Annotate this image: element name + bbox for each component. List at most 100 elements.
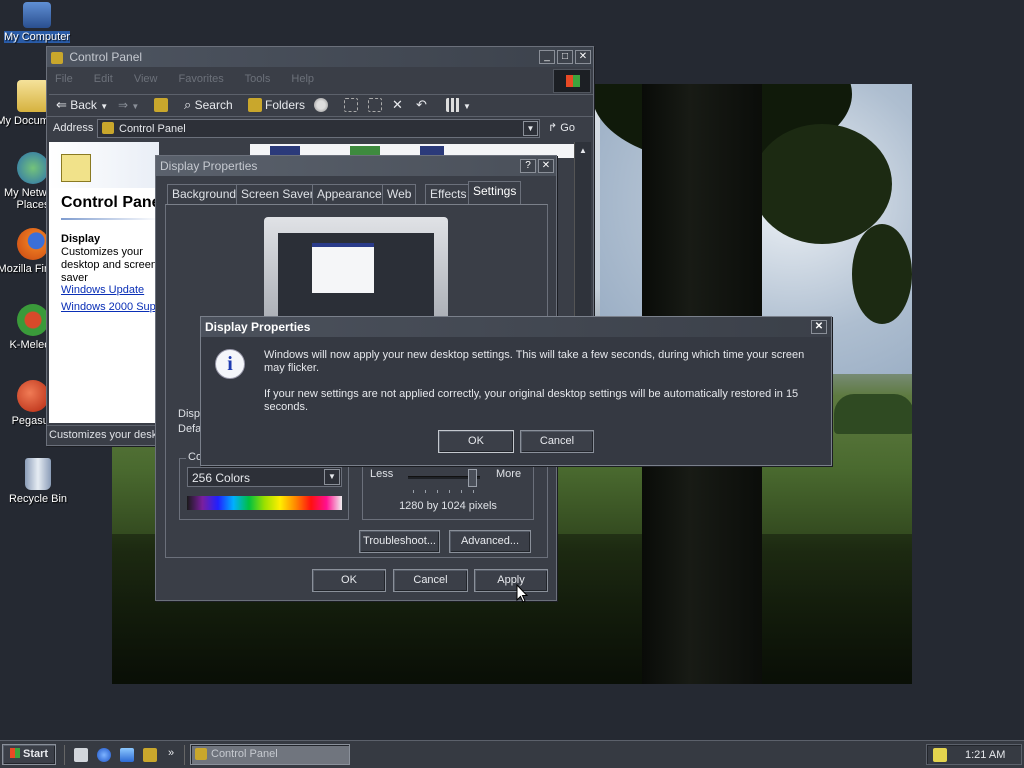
close-button[interactable]: ✕: [575, 50, 591, 64]
close-button[interactable]: ✕: [811, 320, 827, 334]
firefox-icon: [17, 228, 49, 260]
explorer-icon[interactable]: [143, 748, 157, 762]
chevron-down-icon: ▼: [100, 102, 109, 111]
folders-label: Folders: [265, 98, 306, 112]
search-button[interactable]: ⌕ Search: [184, 96, 233, 114]
screen-area-more-label: More: [496, 468, 522, 480]
menu-favorites[interactable]: Favorites: [179, 73, 224, 85]
desktop-icon-label: My Computer: [3, 31, 71, 43]
menu-view[interactable]: View: [134, 73, 158, 85]
copy-to-button[interactable]: [368, 96, 385, 114]
computer-icon: [23, 2, 51, 28]
window-title: Display Properties: [160, 159, 258, 173]
resolution-slider-thumb[interactable]: [468, 469, 477, 487]
windows-2000-support-link[interactable]: Windows 2000 Support: [61, 301, 159, 313]
divider: [47, 116, 593, 117]
apply-button[interactable]: Apply: [474, 569, 548, 592]
task-label: Control Panel: [211, 748, 278, 760]
clock[interactable]: 1:21 AM: [965, 749, 1005, 761]
documents-folder-icon: [17, 80, 49, 112]
tray-icon[interactable]: [933, 748, 947, 762]
monitor-screen-preview: [278, 233, 434, 325]
internet-explorer-icon[interactable]: [97, 748, 111, 762]
resolution-value: 1280 by 1024 pixels: [399, 500, 497, 512]
system-tray: 1:21 AM: [926, 744, 1022, 765]
taskbar-task-control-panel[interactable]: Control Panel: [190, 744, 350, 765]
forward-button[interactable]: ⇒ ▼: [118, 96, 139, 114]
desktop-icon-my-computer[interactable]: My Computer: [0, 2, 74, 43]
more-quick-launch-icon[interactable]: »: [168, 747, 174, 759]
color-palette-bar: [187, 496, 342, 510]
menu-edit[interactable]: Edit: [94, 73, 113, 85]
up-folder-icon: [154, 98, 168, 112]
desktop-icon-recycle-bin[interactable]: Recycle Bin: [1, 458, 75, 505]
divider: [49, 94, 593, 95]
wallpaper-foliage: [852, 224, 912, 324]
colors-select[interactable]: 256 Colors ▼: [187, 467, 342, 487]
tab-appearance[interactable]: Appearance: [312, 184, 387, 204]
dp-cancel-button[interactable]: Cancel: [393, 569, 468, 592]
menu-help[interactable]: Help: [291, 73, 314, 85]
information-icon: i: [215, 349, 245, 379]
search-label: Search: [194, 98, 233, 112]
go-button[interactable]: ↱ Go: [548, 120, 575, 138]
back-button[interactable]: ⇐ Back ▼: [56, 96, 108, 114]
taskbar: Start » Control Panel 1:21 AM: [0, 740, 1024, 768]
delete-icon: ✕: [392, 97, 403, 112]
menu-file[interactable]: File: [55, 73, 73, 85]
back-arrow-icon: ⇐: [56, 97, 67, 112]
tab-effects[interactable]: Effects: [425, 184, 472, 204]
control-panel-large-icon: [61, 154, 91, 182]
preview-window: [312, 243, 374, 293]
undo-icon: ↶: [416, 97, 427, 112]
tab-background[interactable]: Background: [167, 184, 242, 204]
windows-logo-icon: [9, 748, 20, 758]
delete-button[interactable]: ✕: [392, 96, 403, 114]
views-icon: [446, 98, 460, 112]
address-dropdown-button[interactable]: ▼: [523, 121, 538, 136]
display-properties-titlebar[interactable]: Display Properties ? ✕: [156, 156, 556, 176]
heading-rule: [61, 218, 159, 220]
dialog-cancel-button[interactable]: Cancel: [520, 430, 594, 453]
confirm-dialog-titlebar[interactable]: Display Properties ✕: [201, 317, 831, 337]
control-panel-titlebar[interactable]: Control Panel _ □ ✕: [47, 47, 593, 67]
views-button[interactable]: ▼: [446, 96, 471, 114]
dp-ok-button[interactable]: OK: [312, 569, 386, 592]
undo-button[interactable]: ↶: [416, 96, 427, 114]
back-label: Back: [70, 98, 97, 112]
folders-button[interactable]: Folders: [248, 96, 305, 114]
divider: [64, 745, 65, 765]
selected-item-title: Display: [61, 233, 101, 245]
address-label: Address: [53, 122, 94, 134]
move-to-icon: [344, 98, 358, 112]
mouse-cursor-icon: [516, 584, 529, 603]
scroll-up-arrow-icon[interactable]: ▲: [579, 146, 587, 155]
dialog-message-2: If your new settings are not applied cor…: [264, 388, 799, 413]
address-field[interactable]: Control Panel ▼: [97, 119, 540, 138]
maximize-button[interactable]: □: [557, 50, 573, 64]
search-icon: ⌕: [184, 97, 192, 112]
dialog-ok-button[interactable]: OK: [438, 430, 514, 453]
history-button[interactable]: [314, 96, 331, 114]
start-label: Start: [23, 748, 49, 760]
advanced-button[interactable]: Advanced...: [449, 530, 531, 553]
start-button[interactable]: Start: [2, 744, 56, 765]
tab-web[interactable]: Web: [382, 184, 417, 204]
help-button[interactable]: ?: [520, 159, 536, 173]
menu-tools[interactable]: Tools: [245, 73, 271, 85]
tab-settings[interactable]: Settings: [468, 181, 522, 205]
close-button[interactable]: ✕: [538, 159, 554, 173]
outlook-express-icon[interactable]: [120, 748, 134, 762]
move-to-button[interactable]: [344, 96, 361, 114]
chevron-down-icon: ▼: [131, 102, 140, 111]
chevron-down-icon[interactable]: ▼: [324, 469, 340, 485]
go-label: Go: [560, 122, 575, 134]
windows-logo-throbber: [553, 69, 591, 93]
tab-screen-saver[interactable]: Screen Saver: [236, 184, 319, 204]
show-desktop-icon[interactable]: [74, 748, 88, 762]
kmeleon-icon: [17, 304, 49, 336]
windows-update-link[interactable]: Windows Update: [61, 284, 144, 296]
minimize-button[interactable]: _: [539, 50, 555, 64]
up-folder-button[interactable]: [154, 96, 171, 114]
troubleshoot-button[interactable]: Troubleshoot...: [359, 530, 440, 553]
